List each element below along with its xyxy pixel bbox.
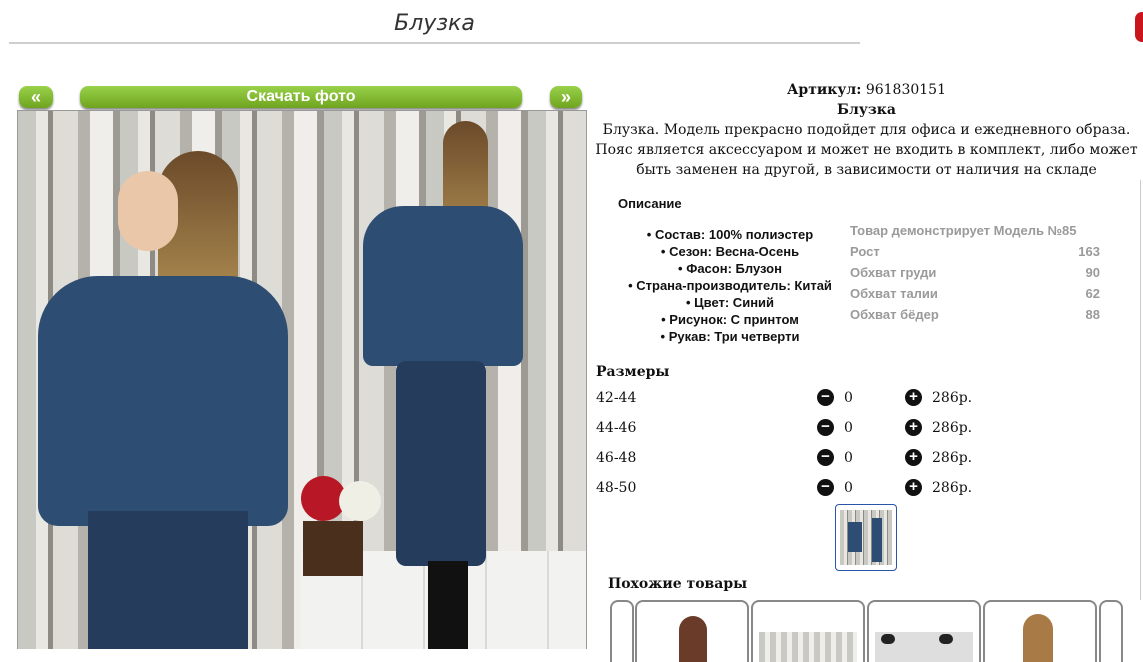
flower-pot [301, 476, 381, 586]
size-row: 44-46 − 0 + 286р. [596, 416, 996, 446]
next-photo-button[interactable]: » [550, 86, 582, 108]
property-item: Рукав: Три четверти [610, 328, 850, 345]
size-label: 42-44 [596, 390, 637, 406]
sizes-table: 42-44 − 0 + 286р. 44-46 − 0 + 286р. 46-4… [596, 386, 996, 506]
product-info: Артикул: 961830151 Блузка Блузка. Модель… [590, 80, 1143, 662]
similar-product-card[interactable] [635, 600, 749, 662]
size-label: 48-50 [596, 480, 637, 496]
model-boots-right [428, 561, 468, 649]
model-row-label: Обхват талии [850, 286, 938, 301]
property-item: Состав: 100% полиэстер [610, 226, 850, 243]
size-quantity[interactable]: 0 [844, 446, 853, 470]
model-blouse-left [38, 276, 288, 526]
model-row-value: 90 [1085, 265, 1100, 280]
size-quantity[interactable]: 0 [844, 416, 853, 440]
size-row: 42-44 − 0 + 286р. [596, 386, 996, 416]
model-row-label: Обхват бёдер [850, 307, 939, 322]
size-price: 286р. [932, 480, 973, 496]
minus-circle-icon[interactable]: − [817, 419, 834, 436]
model-row: Рост 163 [850, 241, 1100, 262]
thumbnail-image [840, 510, 892, 565]
model-jeans-left [88, 511, 248, 649]
similar-next-button[interactable] [1099, 600, 1123, 662]
description-heading: Описание [618, 196, 682, 211]
size-label: 46-48 [596, 450, 637, 466]
property-item: Цвет: Синий [610, 294, 850, 311]
size-row: 48-50 − 0 + 286р. [596, 476, 996, 506]
minus-circle-icon[interactable]: − [817, 449, 834, 466]
size-quantity[interactable]: 0 [844, 386, 853, 410]
plus-circle-icon[interactable]: + [905, 419, 922, 436]
model-face-left [118, 171, 178, 251]
property-item: Сезон: Весна-Осень [610, 243, 850, 260]
plus-circle-icon[interactable]: + [905, 389, 922, 406]
plus-circle-icon[interactable]: + [905, 449, 922, 466]
article-value: 961830151 [865, 82, 946, 98]
model-measurements: Товар демонстрирует Модель №85 Рост 163 О… [850, 220, 1100, 325]
similar-heading: Похожие товары [608, 576, 748, 592]
product-name: Блузка [837, 102, 896, 118]
page-title: Блузка [394, 11, 475, 36]
plus-circle-icon[interactable]: + [905, 479, 922, 496]
model-row-label: Рост [850, 244, 880, 259]
download-photo-button[interactable]: Скачать фото [80, 86, 522, 108]
model-row-value: 62 [1085, 286, 1100, 301]
article-label: Артикул: [787, 82, 862, 98]
property-item: Фасон: Блузон [610, 260, 850, 277]
similar-prev-button[interactable] [610, 600, 634, 662]
property-item: Страна-производитель: Китай [610, 277, 850, 294]
similar-product-card[interactable] [751, 600, 865, 662]
size-quantity[interactable]: 0 [844, 476, 853, 500]
sizes-heading: Размеры [596, 364, 670, 380]
model-row: Обхват груди 90 [850, 262, 1100, 283]
model-row-value: 88 [1085, 307, 1100, 322]
model-jeans-right [396, 361, 486, 566]
model-row: Обхват бёдер 88 [850, 304, 1100, 325]
corner-badge[interactable] [1135, 12, 1143, 42]
scrollbar-track[interactable] [1140, 180, 1141, 600]
size-label: 44-46 [596, 420, 637, 436]
model-row-value: 163 [1078, 244, 1100, 259]
prev-photo-button[interactable]: « [19, 86, 53, 108]
model-blouse-right [363, 206, 523, 366]
photo-thumbnail[interactable] [835, 504, 897, 571]
product-photo[interactable] [17, 110, 587, 649]
size-price: 286р. [932, 390, 973, 406]
size-row: 46-48 − 0 + 286р. [596, 446, 996, 476]
size-price: 286р. [932, 420, 973, 436]
model-row-label: Обхват груди [850, 265, 937, 280]
property-item: Рисунок: С принтом [610, 311, 850, 328]
minus-circle-icon[interactable]: − [817, 479, 834, 496]
minus-circle-icon[interactable]: − [817, 389, 834, 406]
product-description: Блузка. Модель прекрасно подойдет для оф… [595, 122, 1138, 178]
page-header: Блузка [9, 8, 860, 44]
size-price: 286р. [932, 450, 973, 466]
similar-product-card[interactable] [983, 600, 1097, 662]
similar-product-card[interactable] [867, 600, 981, 662]
model-heading: Товар демонстрирует Модель №85 [850, 223, 1077, 238]
properties-list: Состав: 100% полиэстер Сезон: Весна-Осен… [610, 226, 850, 345]
article-line: Артикул: 961830151 [590, 80, 1143, 100]
model-row: Обхват талии 62 [850, 283, 1100, 304]
